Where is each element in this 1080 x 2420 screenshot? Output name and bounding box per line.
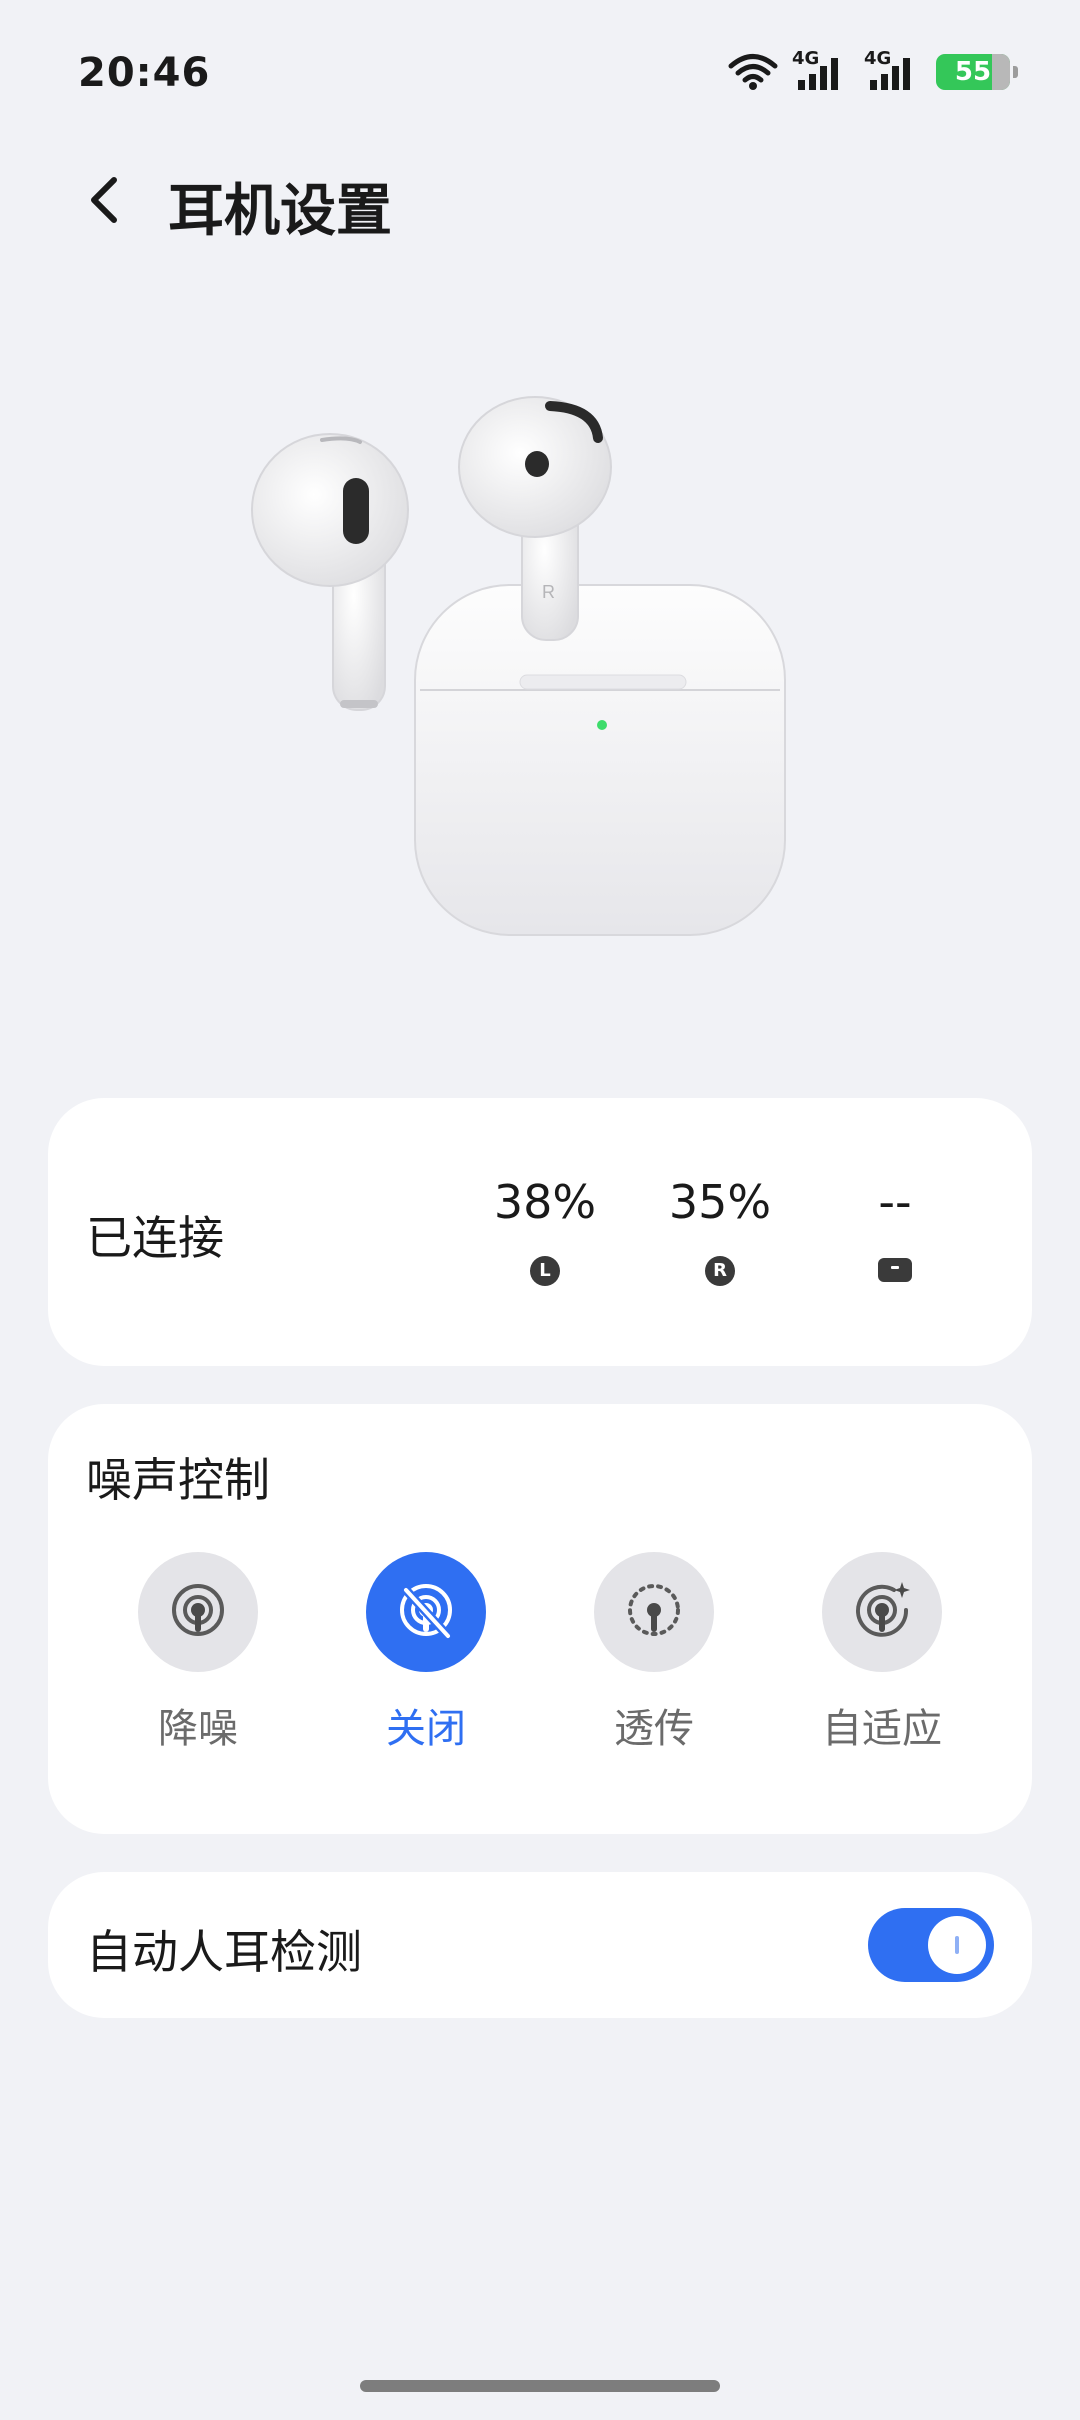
adaptive-icon bbox=[822, 1552, 942, 1672]
home-indicator[interactable] bbox=[360, 2380, 720, 2392]
mode-transparency[interactable]: 透传 bbox=[554, 1552, 754, 1754]
mode-label: 透传 bbox=[614, 1706, 694, 1752]
mode-noise-cancel[interactable]: 降噪 bbox=[98, 1552, 298, 1754]
case-battery: -- bbox=[825, 1176, 965, 1282]
chevron-left-icon bbox=[91, 177, 117, 223]
right-battery-percent: 35% bbox=[668, 1175, 772, 1229]
ear-detection-label: 自动人耳检测 bbox=[86, 1925, 362, 1979]
left-earbud-battery: 38% L bbox=[475, 1176, 615, 1286]
wifi-icon bbox=[728, 54, 778, 90]
case-icon bbox=[878, 1258, 912, 1282]
svg-text:R: R bbox=[542, 582, 555, 602]
battery-charging-icon: 55 bbox=[936, 54, 1018, 90]
right-earbud-battery: 35% R bbox=[650, 1176, 790, 1286]
status-bar: 20:46 4G 4G 55 bbox=[0, 0, 1080, 150]
earbuds-with-case-illustration: R bbox=[230, 370, 850, 950]
noise-control-title: 噪声控制 bbox=[86, 1453, 270, 1507]
mode-adaptive[interactable]: 自适应 bbox=[782, 1552, 982, 1754]
status-icons: 4G 4G 55 bbox=[728, 48, 1018, 92]
status-time: 20:46 bbox=[78, 50, 211, 96]
right-earbud-badge: R bbox=[705, 1256, 735, 1286]
toggle-knob bbox=[928, 1916, 986, 1974]
noise-off-icon bbox=[366, 1552, 486, 1672]
ear-detection-card: 自动人耳检测 bbox=[48, 1872, 1032, 2018]
transparency-icon bbox=[594, 1552, 714, 1672]
noise-cancel-icon bbox=[138, 1552, 258, 1672]
signal-icon: 4G bbox=[864, 48, 922, 92]
connection-status: 已连接 bbox=[86, 1211, 224, 1265]
noise-control-card: 噪声控制 降噪 关闭 透传 自适应 bbox=[48, 1404, 1032, 1834]
page-title: 耳机设置 bbox=[168, 179, 392, 244]
ear-detection-toggle[interactable] bbox=[868, 1908, 994, 1982]
back-button[interactable] bbox=[78, 168, 138, 232]
header: 耳机设置 bbox=[0, 150, 1080, 250]
mode-label: 降噪 bbox=[158, 1706, 238, 1752]
mode-label: 自适应 bbox=[822, 1706, 942, 1752]
battery-level: 55 bbox=[954, 57, 992, 87]
battery-status-card: 已连接 38% L 35% R -- bbox=[48, 1098, 1032, 1366]
signal-icon: 4G bbox=[792, 48, 850, 92]
left-battery-percent: 38% bbox=[493, 1175, 597, 1229]
mode-label: 关闭 bbox=[386, 1706, 466, 1752]
case-battery-percent: -- bbox=[878, 1175, 912, 1229]
mode-off[interactable]: 关闭 bbox=[326, 1552, 526, 1754]
left-earbud-badge: L bbox=[530, 1256, 560, 1286]
